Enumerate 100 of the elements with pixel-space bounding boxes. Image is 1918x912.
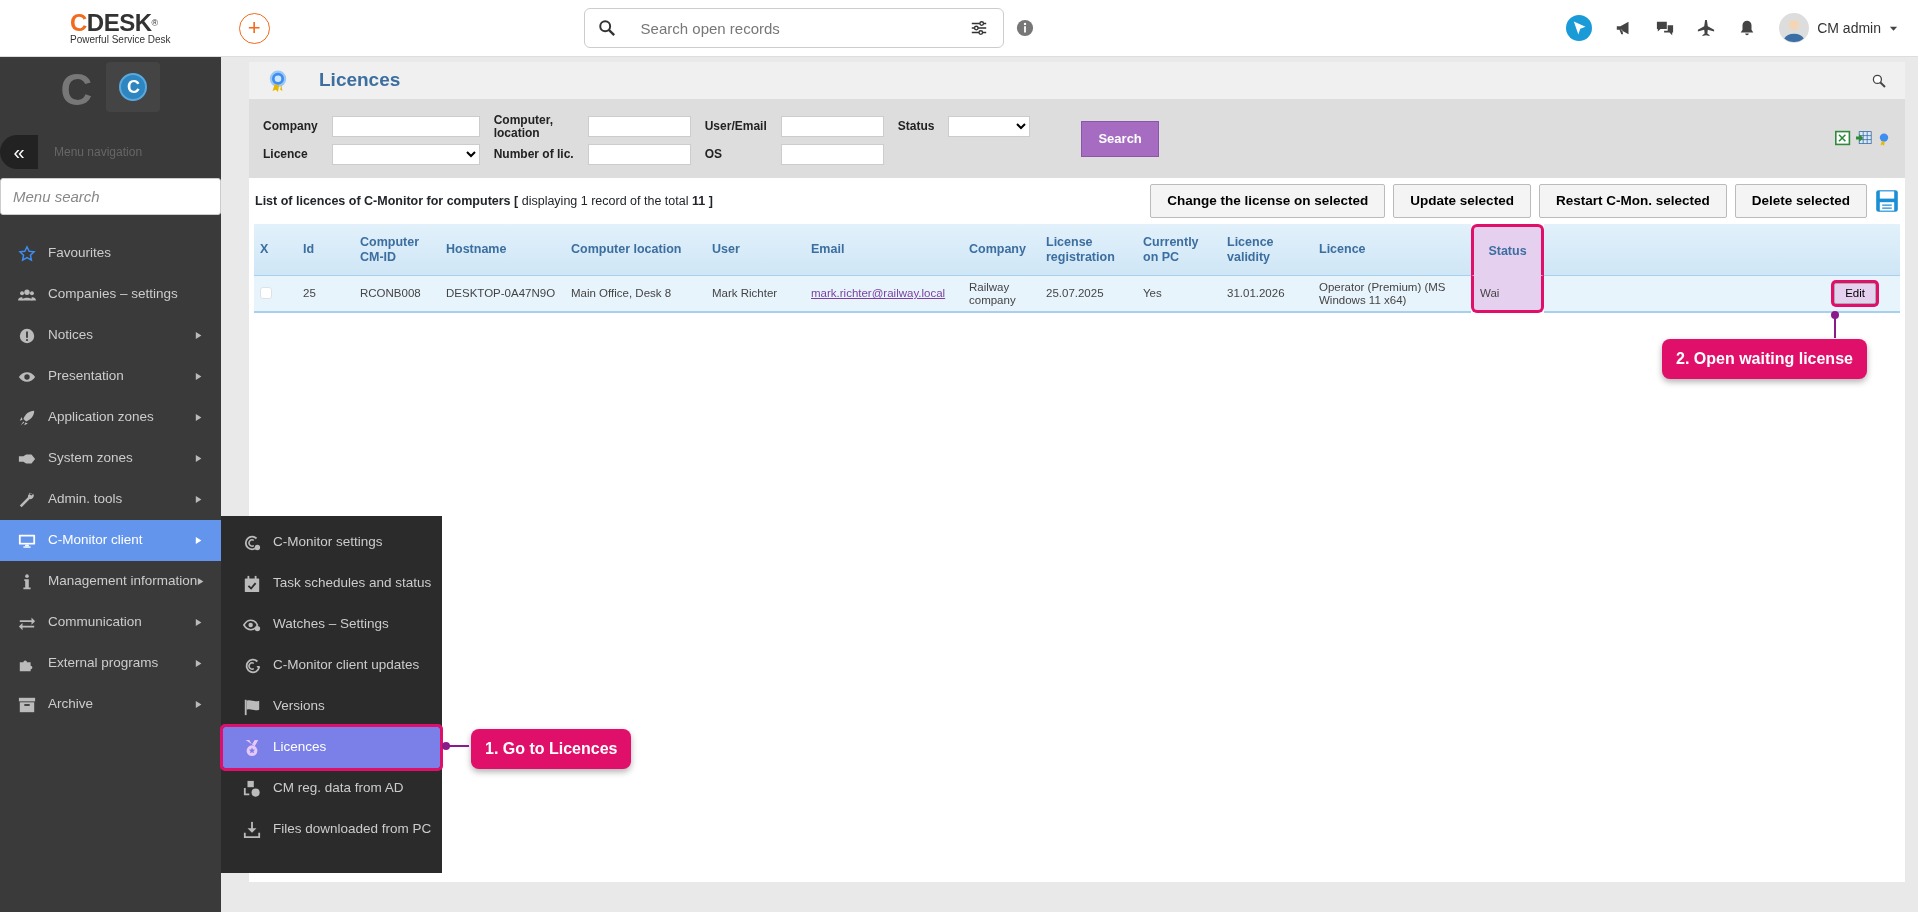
column-header: Email <box>805 224 963 277</box>
sidebar-logo: C <box>119 73 148 101</box>
table-cell: Wai <box>1471 276 1544 314</box>
table-cell: Yes <box>1137 276 1221 314</box>
search-button[interactable]: Search <box>1081 121 1159 157</box>
column-header: Computer location <box>565 224 706 277</box>
filter-label: Licence <box>263 147 309 161</box>
column-header: Company <box>963 224 1040 277</box>
filter-label: Computer, location <box>493 113 555 140</box>
sidebar-logo: C <box>60 64 93 116</box>
filter-field[interactable] <box>331 116 480 137</box>
action-button[interactable]: Restart C-Mon. selected <box>1538 184 1727 219</box>
table-cell: Railway company <box>963 276 1040 314</box>
table-cell: RCONB008 <box>354 276 440 314</box>
avatar-icon <box>1779 13 1810 43</box>
sidebar-item[interactable]: Communication <box>0 602 221 643</box>
airplane-icon[interactable] <box>1697 19 1716 37</box>
filter-sliders-icon <box>969 19 988 37</box>
wrench-icon <box>18 490 36 509</box>
column-header: Computer CM-ID <box>354 224 440 277</box>
sidebar-item[interactable]: Management information <box>0 561 221 602</box>
filter-label: Number of lic. <box>493 147 574 161</box>
callout-label: 2. Open waiting license <box>1662 339 1867 379</box>
submenu-item[interactable]: Versions <box>223 686 440 727</box>
filter-field[interactable] <box>587 143 691 165</box>
sidebar-item[interactable]: Companies – settings <box>0 274 221 315</box>
table-cell: 25 <box>297 276 354 314</box>
sidebar-item[interactable]: Archive <box>0 684 221 725</box>
chat-icon[interactable] <box>1656 19 1675 37</box>
cursor-icon[interactable] <box>1566 15 1593 41</box>
download-icon <box>243 820 261 839</box>
submenu-item[interactable]: C-Monitor settings <box>223 522 440 563</box>
column-header: Currently on PC <box>1137 224 1221 277</box>
column-header: Id <box>297 224 354 277</box>
column-header: Status <box>1471 224 1544 277</box>
filter-label: Status <box>897 120 935 133</box>
filter-label: OS <box>704 147 724 161</box>
logo-wordmark: CDESK® <box>70 11 158 34</box>
column-header: X <box>254 224 297 277</box>
flag-icon <box>243 697 261 716</box>
column-header: User <box>706 224 805 277</box>
rocket-icon <box>18 408 36 427</box>
sidebar-item[interactable]: Favourites <box>0 233 221 274</box>
sidebar-item[interactable]: Notices <box>0 315 221 356</box>
edit-button[interactable]: Edit <box>1834 283 1876 305</box>
filter-field[interactable] <box>587 116 691 137</box>
table-cell: Main Office, Desk 8 <box>565 276 706 314</box>
connector-line <box>441 741 471 751</box>
filter-select[interactable] <box>331 143 480 165</box>
sidebar-item[interactable]: System zones <box>0 438 221 479</box>
shapes-icon <box>243 779 261 798</box>
archive-icon <box>18 695 36 714</box>
sidebar-item[interactable]: Presentation <box>0 356 221 397</box>
submenu-item[interactable]: CM reg. data from AD <box>223 768 440 809</box>
callout-label: 1. Go to Licences <box>471 729 632 769</box>
user-name[interactable]: CM admin <box>1817 17 1881 39</box>
c-gear-icon <box>243 533 261 552</box>
column-header: Licence <box>1313 224 1471 277</box>
menu-search-field[interactable]: Menu search <box>0 178 221 215</box>
save-icon[interactable] <box>1875 189 1899 214</box>
search-field[interactable]: Search open records <box>583 8 1004 48</box>
table-cell: 25.07.2025 <box>1040 276 1137 314</box>
sidebar-item[interactable]: Application zones <box>0 397 221 438</box>
spreadsheet-icon <box>1835 130 1851 146</box>
rosette-icon <box>267 68 289 93</box>
submenu-item[interactable]: Files downloaded from PC <box>223 809 440 850</box>
sidebar-item[interactable]: Admin. tools <box>0 479 221 520</box>
submenu-item[interactable]: Task schedules and status <box>223 563 440 604</box>
rosette-icon <box>1877 130 1891 148</box>
column-header: License registration <box>1040 224 1137 277</box>
table-cell: Operator (Premium) (MS Windows 11 x64) <box>1313 276 1471 314</box>
action-button[interactable]: Delete selected <box>1734 184 1867 219</box>
column-header: Hostname <box>440 224 565 277</box>
table-export-icon <box>1855 130 1873 146</box>
filter-field[interactable] <box>780 143 884 165</box>
logo-tile[interactable]: C <box>106 62 161 112</box>
column-header: Licence validity <box>1221 224 1313 277</box>
filter-label: User/Email <box>704 120 767 133</box>
collapse-button[interactable]: « <box>0 135 38 169</box>
logo-tagline: Powerful Service Desk <box>70 33 171 45</box>
submenu-item[interactable]: Watches – Settings <box>223 604 440 645</box>
calendar-check-icon <box>243 574 261 593</box>
table-cell: Mark Richter <box>706 276 805 314</box>
submenu-item[interactable]: C-Monitor client updates <box>223 645 440 686</box>
table-cell: 31.01.2026 <box>1221 276 1313 314</box>
action-button[interactable]: Update selected <box>1393 184 1531 219</box>
action-button[interactable]: Change the license on selected <box>1150 184 1386 219</box>
filter-field[interactable] <box>780 116 884 137</box>
sidebar-item[interactable]: External programs <box>0 643 221 684</box>
c-refresh-icon <box>243 656 261 675</box>
search-icon[interactable] <box>1871 72 1887 89</box>
row-checkbox[interactable] <box>260 287 272 299</box>
page-title: Licences <box>319 69 401 92</box>
info-icon <box>1015 19 1034 37</box>
exclamation-icon <box>18 326 36 345</box>
star-icon <box>18 244 36 263</box>
table-cell: DESKTOP-0A47N9O <box>440 276 565 314</box>
connector-line <box>1830 310 1840 338</box>
list-caption: List of licences of C-Monitor for computers [ displaying 1 record of the total 11 ] <box>255 192 713 210</box>
filter-select[interactable] <box>948 116 1031 137</box>
